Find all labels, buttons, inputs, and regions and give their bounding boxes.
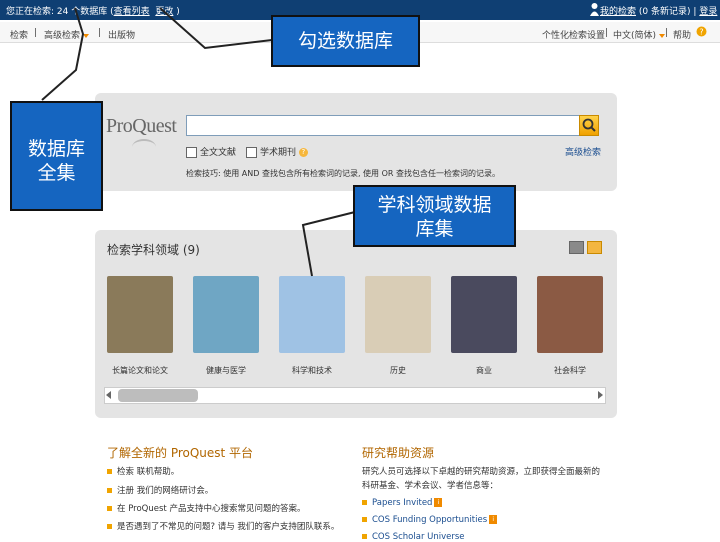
annotation-lines — [41, 7, 356, 277]
callout-subject-databases: 学科领域数据 库集 — [353, 185, 516, 247]
callout-all-databases: 数据库 全集 — [10, 101, 103, 211]
callout-text: 数据库 — [27, 138, 85, 160]
callout-select-databases: 勾选数据库 — [271, 15, 420, 67]
callout-text: 勾选数据库 — [297, 30, 393, 52]
callout-text: 全集 — [37, 162, 76, 184]
callout-text: 库集 — [415, 218, 454, 240]
callout-text: 学科领域数据 — [377, 194, 492, 216]
